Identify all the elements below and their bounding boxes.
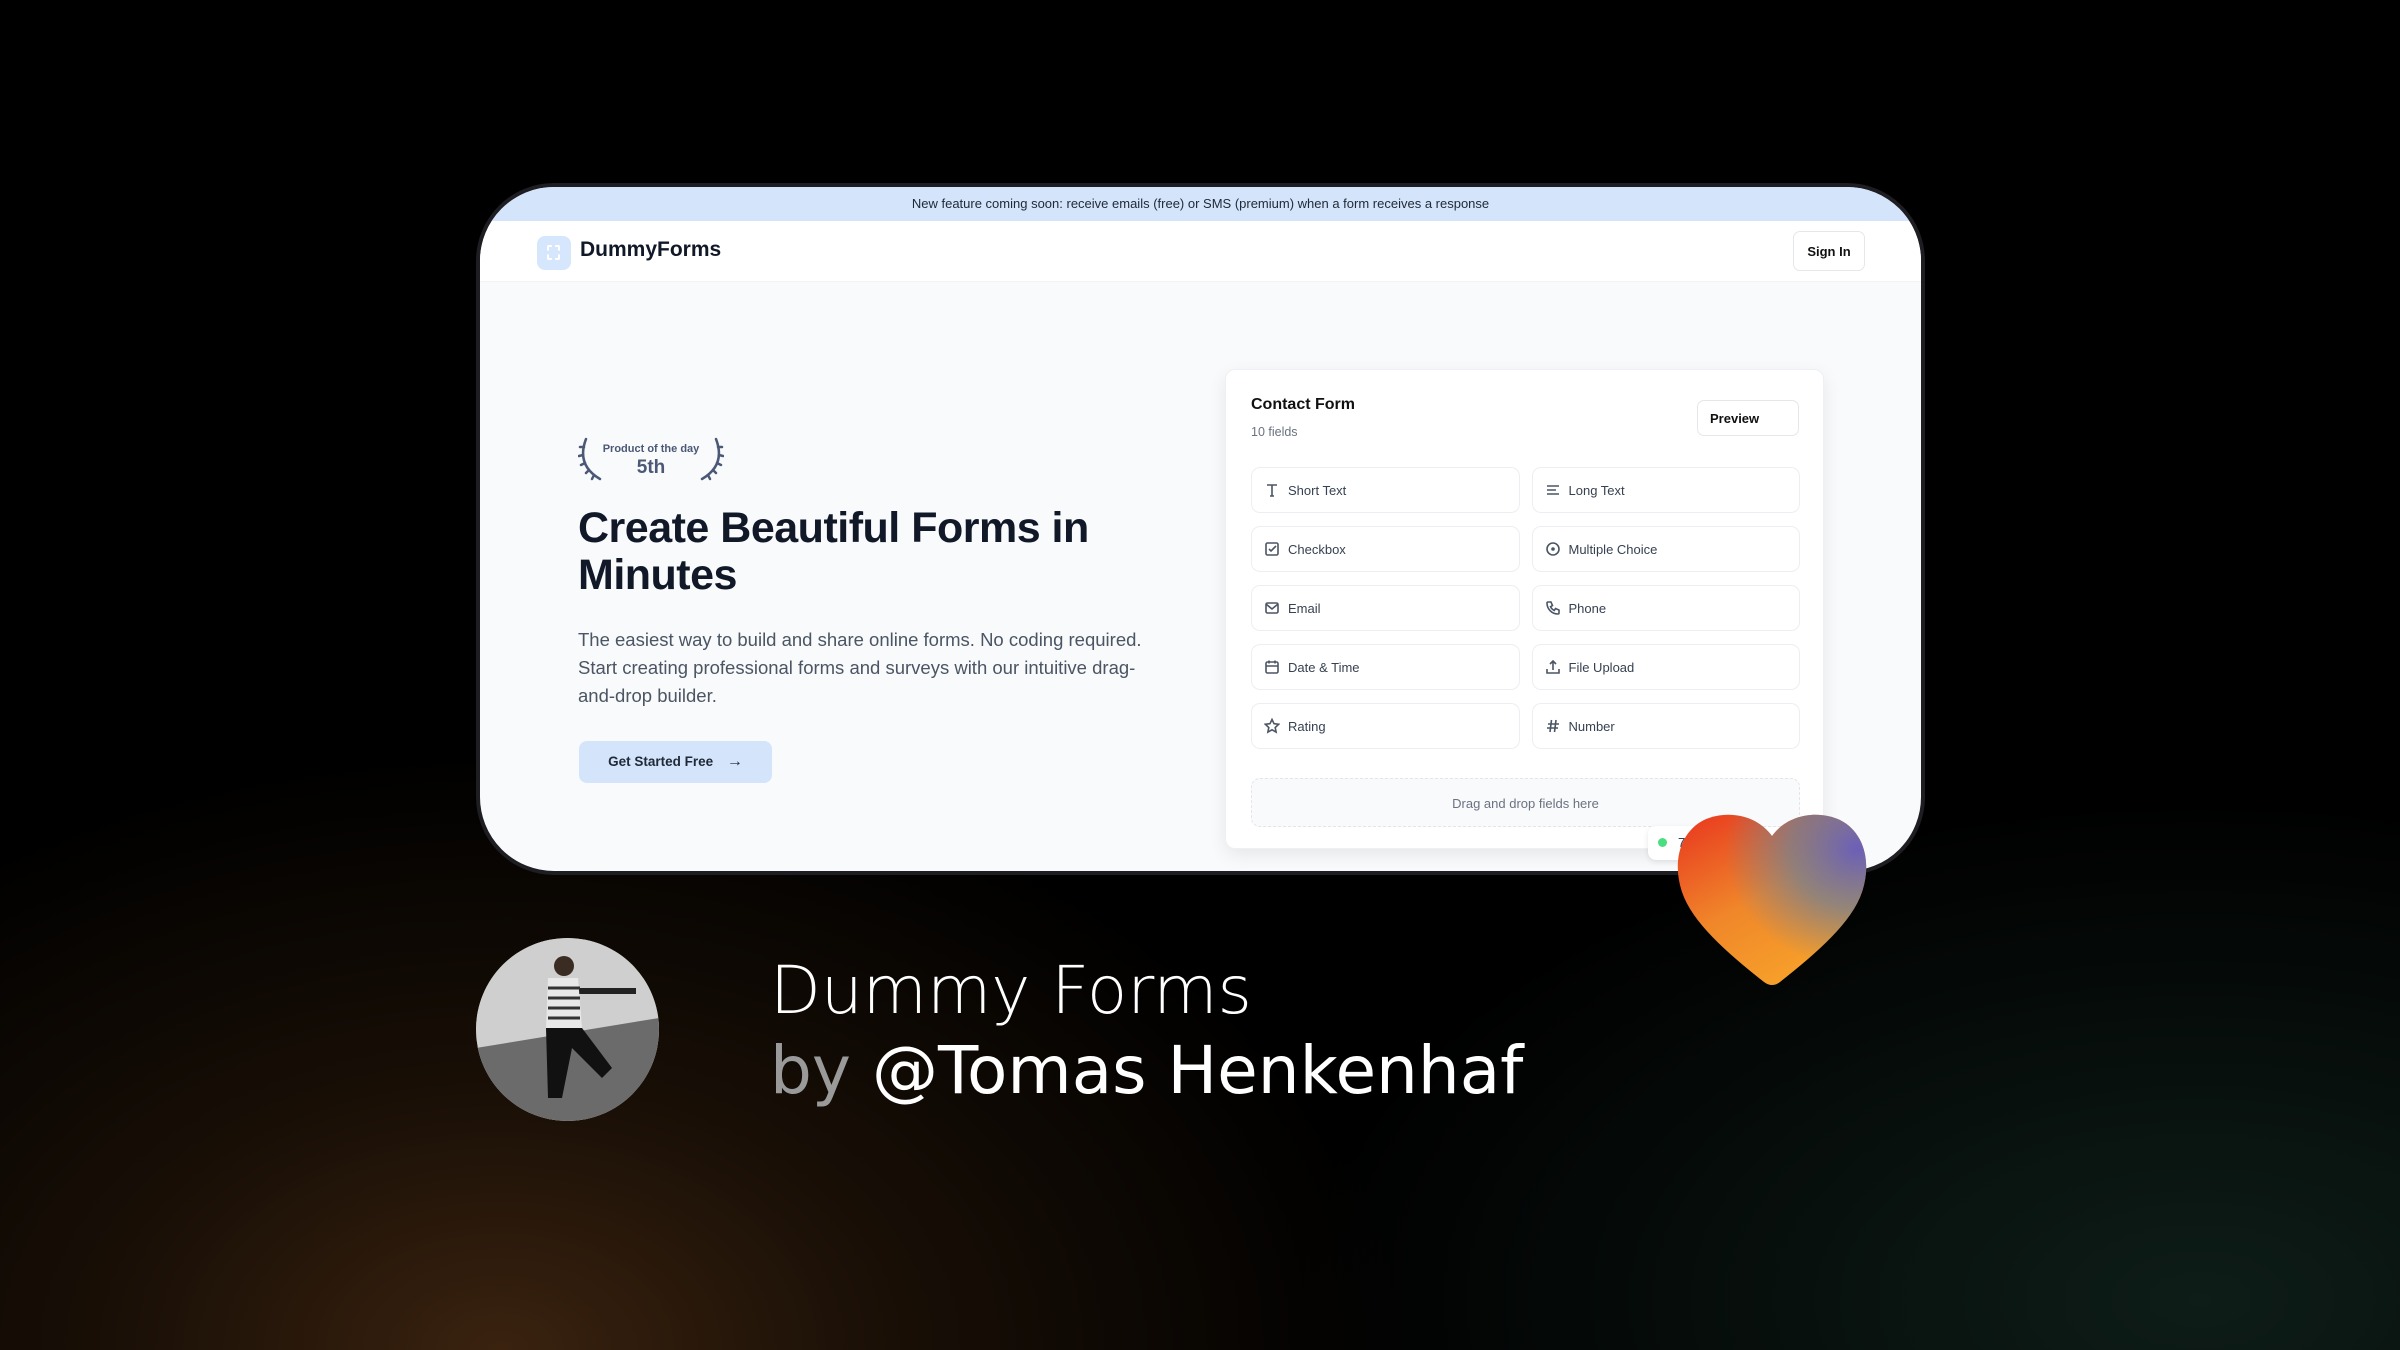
badge-rank: 5th [636, 457, 666, 478]
hash-icon [1546, 719, 1559, 733]
field-short-text[interactable]: Short Text [1251, 467, 1520, 513]
text-icon [1267, 484, 1277, 497]
field-rating[interactable]: Rating [1251, 703, 1520, 749]
field-multiple-choice[interactable]: Multiple Choice [1531, 526, 1800, 572]
radio-icon [1545, 542, 1560, 556]
field-number[interactable]: Number [1531, 703, 1800, 749]
hero-title: Create Beautiful Forms in Minutes [578, 504, 1089, 599]
upload-icon [1545, 659, 1560, 674]
mail-icon [1265, 602, 1279, 614]
author-name[interactable]: @Tomas Henkenhaf [872, 1032, 1523, 1109]
field-checkbox[interactable]: Checkbox [1251, 526, 1520, 572]
phone-icon [1545, 601, 1560, 615]
field-label: Date & Time [1288, 659, 1360, 675]
hero-description: The easiest way to build and share onlin… [578, 629, 1142, 706]
field-label: Checkbox [1288, 541, 1346, 557]
field-label: Phone [1568, 600, 1607, 616]
field-label: Email [1288, 600, 1321, 616]
logo-icon[interactable] [537, 236, 571, 270]
field-label: File Upload [1568, 659, 1635, 675]
field-label: Number [1568, 718, 1615, 734]
cta-label: Get Started Free [608, 754, 714, 769]
field-label: Multiple Choice [1568, 541, 1658, 557]
brand-name[interactable]: DummyForms [580, 238, 721, 262]
get-started-button[interactable]: Get Started Free → [579, 741, 772, 783]
preview-button[interactable]: Preview [1697, 400, 1799, 436]
browser-mockup: New feature coming soon: receive emails … [476, 183, 1925, 875]
product-of-the-day-badge: Product of the day 5th [578, 435, 724, 485]
field-date-time[interactable]: Date & Time [1251, 644, 1520, 690]
arrow-right-icon: → [726, 753, 743, 770]
field-email[interactable]: Email [1251, 585, 1520, 631]
field-label: Short Text [1288, 482, 1347, 498]
field-label: Rating [1288, 718, 1326, 734]
badge-label: Product of the day [602, 443, 700, 455]
heart-icon [1677, 814, 1867, 985]
calendar-icon [1265, 660, 1279, 674]
status-dot-icon [1658, 838, 1667, 847]
form-builder-card: Contact Form 10 fields Preview Short Tex… [1225, 369, 1824, 849]
field-file-upload[interactable]: File Upload [1531, 644, 1800, 690]
checkbox-icon [1265, 542, 1279, 556]
field-count: 10 fields [1251, 425, 1298, 439]
product-name: Dummy Forms [770, 952, 1252, 1029]
field-long-text[interactable]: Long Text [1531, 467, 1800, 513]
author-line: by @Tomas Henkenhaf [770, 1032, 1523, 1109]
align-left-icon [1546, 485, 1559, 495]
person-photo-icon [476, 938, 659, 1121]
by-label: by [770, 1032, 851, 1109]
author-avatar [476, 938, 659, 1121]
navbar: DummyForms Sign In [480, 221, 1921, 282]
field-label: Long Text [1568, 482, 1625, 498]
field-phone[interactable]: Phone [1531, 585, 1800, 631]
star-icon [1264, 718, 1280, 734]
sign-in-button[interactable]: Sign In [1793, 231, 1865, 271]
field-palette: Short Text Long Text Checkbox Multiple C… [1251, 467, 1800, 749]
announcement-banner: New feature coming soon: receive emails … [480, 187, 1921, 221]
form-title: Contact Form [1251, 396, 1355, 413]
